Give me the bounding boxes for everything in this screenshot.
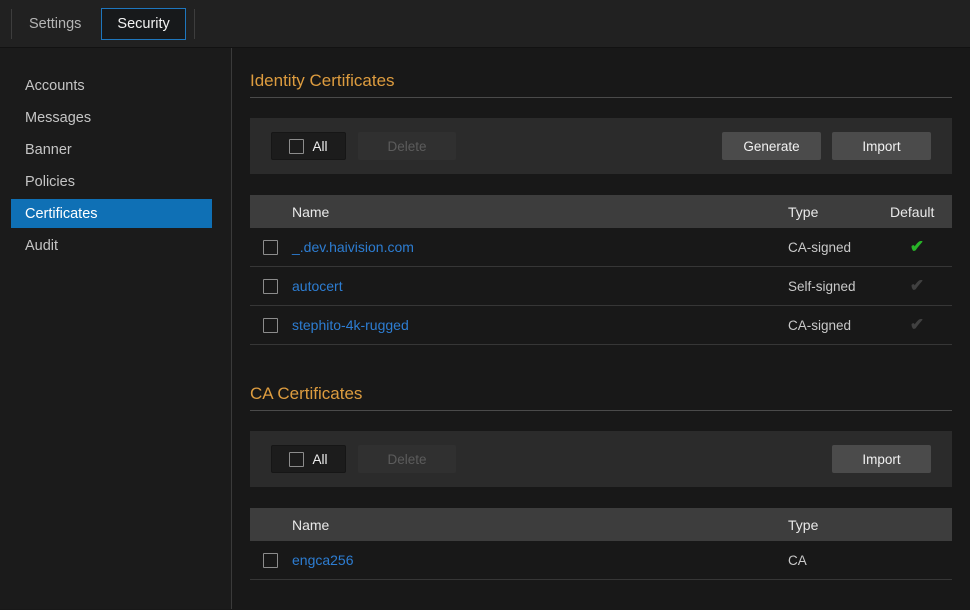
certificate-type: CA: [788, 553, 952, 568]
table-row: stephito-4k-rugged CA-signed ✔: [250, 306, 952, 345]
identity-certificates-title: Identity Certificates: [250, 72, 952, 90]
certificates-panel: Identity Certificates All Delete Generat…: [232, 48, 970, 609]
identity-toolbar: All Delete Generate Import: [250, 118, 952, 174]
table-header: Name Type: [250, 508, 952, 541]
sidebar-item-policies[interactable]: Policies: [11, 167, 212, 196]
security-sidebar: Accounts Messages Banner Policies Certif…: [0, 48, 232, 609]
ca-certificates-title: CA Certificates: [250, 385, 952, 403]
certificate-type: Self-signed: [788, 279, 890, 294]
section-divider: [250, 97, 952, 98]
table-row: engca256 CA: [250, 541, 952, 580]
sidebar-item-audit[interactable]: Audit: [11, 231, 212, 260]
column-header-name: Name: [292, 204, 788, 220]
select-all-label: All: [312, 139, 327, 154]
import-button[interactable]: Import: [832, 445, 931, 473]
certificate-link[interactable]: autocert: [292, 278, 343, 294]
table-header: Name Type Default: [250, 195, 952, 228]
delete-button[interactable]: Delete: [358, 445, 456, 473]
row-checkbox[interactable]: [263, 279, 278, 294]
column-header-name: Name: [292, 517, 788, 533]
certificate-type: CA-signed: [788, 318, 890, 333]
select-all-button[interactable]: All: [271, 132, 346, 160]
select-all-checkbox[interactable]: [289, 139, 304, 154]
sidebar-item-messages[interactable]: Messages: [11, 103, 212, 132]
default-check-icon[interactable]: ✔: [890, 315, 952, 335]
tab-divider: [194, 9, 195, 39]
certificate-link[interactable]: engca256: [292, 552, 354, 568]
default-check-icon[interactable]: ✔: [890, 276, 952, 296]
top-tab-bar: Settings Security: [0, 0, 970, 48]
identity-certificates-table: Name Type Default _.dev.haivision.com CA…: [250, 195, 952, 345]
row-checkbox[interactable]: [263, 240, 278, 255]
generate-button[interactable]: Generate: [722, 132, 821, 160]
row-checkbox[interactable]: [263, 553, 278, 568]
default-check-icon[interactable]: ✔: [890, 237, 952, 257]
sidebar-item-banner[interactable]: Banner: [11, 135, 212, 164]
sidebar-item-certificates[interactable]: Certificates: [11, 199, 212, 228]
certificate-type: CA-signed: [788, 240, 890, 255]
ca-certificates-table: Name Type engca256 CA: [250, 508, 952, 580]
row-checkbox[interactable]: [263, 318, 278, 333]
tab-security[interactable]: Security: [101, 8, 185, 40]
column-header-type: Type: [788, 517, 952, 533]
column-header-default: Default: [890, 204, 952, 220]
select-all-button[interactable]: All: [271, 445, 346, 473]
sidebar-item-accounts[interactable]: Accounts: [11, 71, 212, 100]
certificate-link[interactable]: stephito-4k-rugged: [292, 317, 409, 333]
section-divider: [250, 410, 952, 411]
table-row: _.dev.haivision.com CA-signed ✔: [250, 228, 952, 267]
certificate-link[interactable]: _.dev.haivision.com: [292, 239, 414, 255]
select-all-label: All: [312, 452, 327, 467]
column-header-type: Type: [788, 204, 890, 220]
import-button[interactable]: Import: [832, 132, 931, 160]
tab-settings[interactable]: Settings: [12, 16, 101, 32]
select-all-checkbox[interactable]: [289, 452, 304, 467]
ca-toolbar: All Delete Import: [250, 431, 952, 487]
delete-button[interactable]: Delete: [358, 132, 456, 160]
table-row: autocert Self-signed ✔: [250, 267, 952, 306]
content-area: Accounts Messages Banner Policies Certif…: [0, 48, 970, 609]
